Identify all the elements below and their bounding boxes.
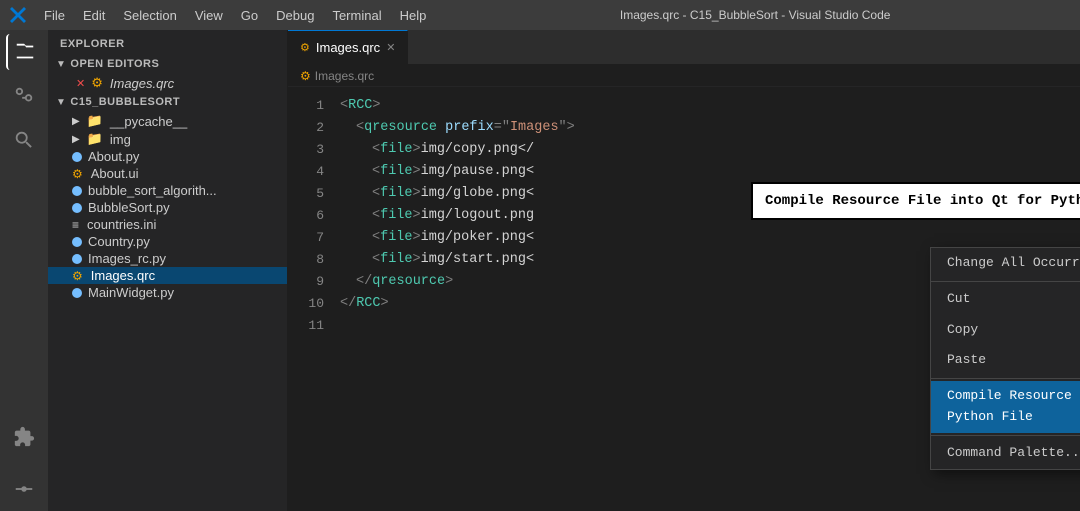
menu-help[interactable]: Help [392,6,435,25]
sidebar-item-images-qrc[interactable]: ⚙ Images.qrc [48,267,287,284]
window-title: Images.qrc - C15_BubbleSort - Visual Stu… [440,8,1070,22]
context-compile[interactable]: Compile Resource File into Qt for Python… [931,381,1080,433]
python-icon [72,237,82,247]
breadcrumb: ⚙ Images.qrc [288,65,1080,87]
context-copy[interactable]: Copy Ctrl+C [931,315,1080,346]
file-name: img [110,132,131,147]
tooltip-box: Compile Resource File into Qt for Python… [751,182,1080,220]
context-command-palette[interactable]: Command Palette... Ctrl+Shift+P [931,438,1080,469]
breadcrumb-text: Images.qrc [315,69,374,83]
sidebar-item-bubble-sort[interactable]: bubble_sort_algorith... [48,182,287,199]
sidebar: EXPLORER ▼ OPEN EDITORS ✕ ⚙ Images.qrc ▼… [48,30,288,511]
python-icon [72,203,82,213]
file-name: Country.py [88,234,150,249]
context-item-label: Paste [947,350,986,371]
editor-area: ⚙ Images.qrc ✕ ⚙ Images.qrc 12345 678910… [288,30,1080,511]
file-name: Images_rc.py [88,251,166,266]
vscode-icon [10,7,26,23]
source-control-icon[interactable] [6,78,42,114]
open-editors-arrow: ▼ [56,59,66,70]
context-menu: Change All Occurrences Ctrl+F2 Cut Ctrl+… [930,247,1080,470]
activity-bar [0,30,48,511]
file-name: bubble_sort_algorith... [88,183,217,198]
file-name: About.ui [91,166,139,181]
folder-arrow: ▶ [72,134,80,145]
python-icon [72,288,82,298]
context-separator-2 [931,378,1080,379]
tab-images-qrc[interactable]: ⚙ Images.qrc ✕ [288,30,408,64]
context-separator-3 [931,435,1080,436]
python-icon [72,254,82,264]
file-name: Images.qrc [91,268,155,283]
menu-terminal[interactable]: Terminal [324,6,389,25]
menu-selection[interactable]: Selection [115,6,184,25]
xml-tab-icon: ⚙ [300,41,310,54]
sidebar-item-country-py[interactable]: Country.py [48,233,287,250]
menu-edit[interactable]: Edit [75,6,113,25]
file-name: BubbleSort.py [88,200,170,215]
file-name: About.py [88,149,139,164]
project-name: C15_BUBBLESORT [70,96,180,108]
sidebar-item-mainwidget[interactable]: MainWidget.py [48,284,287,301]
xml-icon: ⚙ [72,167,83,181]
open-editors-section[interactable]: ▼ OPEN EDITORS [48,54,287,74]
context-change-occurrences[interactable]: Change All Occurrences Ctrl+F2 [931,248,1080,279]
close-icon[interactable]: ✕ [76,77,85,90]
tab-close-button[interactable]: ✕ [386,41,395,54]
context-item-label: Command Palette... [947,443,1080,464]
remote-icon[interactable] [6,471,42,507]
folder-arrow: ▶ [72,116,80,127]
sidebar-item-countries-ini[interactable]: ≡ countries.ini [48,216,287,233]
extensions-icon[interactable] [6,419,42,455]
menu-bar: File Edit Selection View Go Debug Termin… [36,6,434,25]
context-separator-1 [931,281,1080,282]
explorer-icon[interactable] [6,34,42,70]
menu-file[interactable]: File [36,6,73,25]
breadcrumb-icon: ⚙ [300,69,311,83]
ini-icon: ≡ [72,218,79,232]
line-numbers: 12345 67891011 [288,87,332,511]
context-item-label: Change All Occurrences [947,253,1080,274]
context-cut[interactable]: Cut Ctrl+X [931,284,1080,315]
python-icon [72,186,82,196]
context-paste[interactable]: Paste Ctrl+V [931,345,1080,376]
context-item-label: Copy [947,320,978,341]
folder-icon: 📁 [87,131,103,147]
sidebar-header: EXPLORER [48,30,287,54]
file-name: countries.ini [87,217,156,232]
folder-icon: 📁 [87,113,103,129]
sidebar-item-about-ui[interactable]: ⚙ About.ui [48,165,287,182]
sidebar-item-bubblesort-py[interactable]: BubbleSort.py [48,199,287,216]
tab-bar: ⚙ Images.qrc ✕ [288,30,1080,65]
titlebar: File Edit Selection View Go Debug Termin… [0,0,1080,30]
menu-go[interactable]: Go [233,6,266,25]
xml-icon: ⚙ [91,75,103,91]
file-name: MainWidget.py [88,285,174,300]
tab-label: Images.qrc [316,40,380,55]
open-file-name: Images.qrc [110,76,174,91]
project-section[interactable]: ▼ C15_BUBBLESORT [48,92,287,112]
code-editor[interactable]: 12345 67891011 <RCC> <qresource prefix="… [288,87,1080,511]
open-file-images-qrc[interactable]: ✕ ⚙ Images.qrc [48,74,287,92]
project-arrow: ▼ [56,97,66,108]
file-name: __pycache__ [110,114,187,129]
sidebar-item-about-py[interactable]: About.py [48,148,287,165]
menu-debug[interactable]: Debug [268,6,322,25]
python-icon [72,152,82,162]
xml-icon: ⚙ [72,269,83,283]
open-editors-label: OPEN EDITORS [70,58,159,70]
context-item-label: Compile Resource File into Qt for Python… [947,386,1080,428]
main-layout: EXPLORER ▼ OPEN EDITORS ✕ ⚙ Images.qrc ▼… [0,30,1080,511]
sidebar-item-pycache[interactable]: ▶ 📁 __pycache__ [48,112,287,130]
sidebar-item-img[interactable]: ▶ 📁 img [48,130,287,148]
context-item-label: Cut [947,289,970,310]
search-icon[interactable] [6,122,42,158]
tooltip-text: Compile Resource File into Qt for Python… [765,193,1080,209]
menu-view[interactable]: View [187,6,231,25]
sidebar-item-images-rc[interactable]: Images_rc.py [48,250,287,267]
